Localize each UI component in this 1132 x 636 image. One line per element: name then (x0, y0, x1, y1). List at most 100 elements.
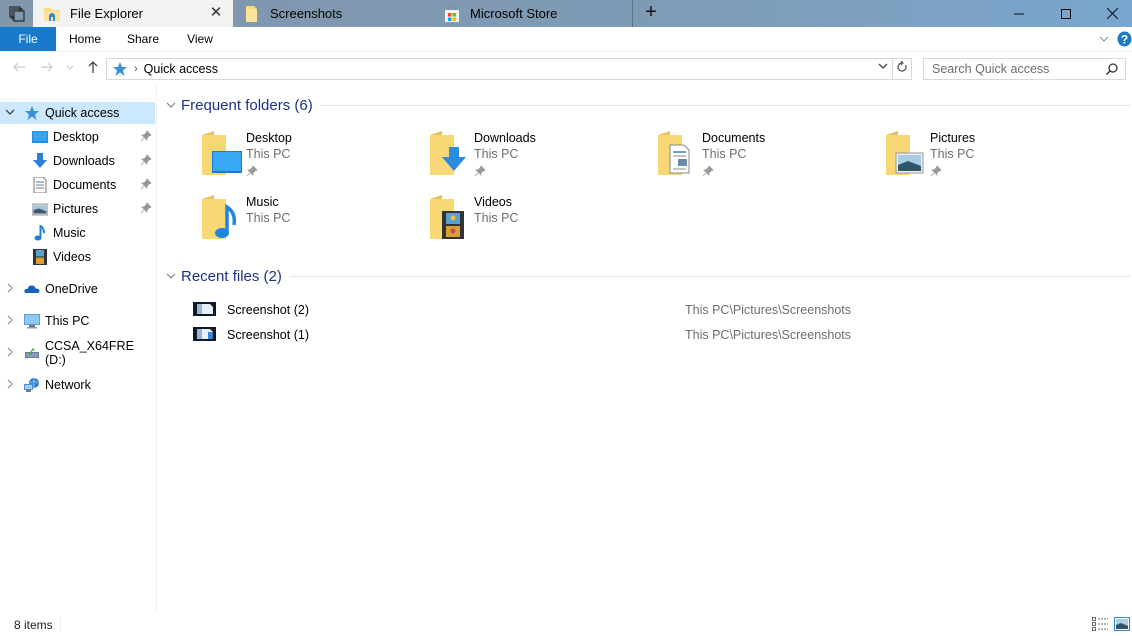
address-history-dropdown[interactable] (876, 61, 890, 77)
sidebar-item-label: CCSA_X64FRE (D:) (45, 339, 134, 367)
sidebar-item-onedrive[interactable]: OneDrive (0, 278, 155, 300)
sidebar-item-network[interactable]: Network (0, 374, 155, 396)
group-title: Frequent folders (6) (181, 96, 313, 114)
ribbon-tab-view[interactable]: View (180, 27, 220, 51)
file-explorer-icon (43, 5, 61, 23)
group-header-recent-files[interactable]: Recent files (2) (166, 265, 1130, 287)
expand-chevron[interactable] (4, 379, 16, 392)
tab-file-explorer[interactable]: File Explorer ✕ (33, 0, 233, 27)
collapse-chevron[interactable] (4, 107, 16, 120)
folder-tile-music[interactable]: Music This PC (200, 193, 420, 249)
folder-location: This PC (246, 147, 291, 161)
sidebar-item-music[interactable]: Music (0, 222, 155, 244)
ribbon-tab-share[interactable]: Share (121, 27, 165, 51)
tab-label: Screenshots (270, 6, 343, 21)
recent-file-row[interactable]: Screenshot (2) This PC\Pictures\Screensh… (193, 299, 1132, 321)
folder-name: Music (246, 195, 279, 209)
search-icon[interactable] (1105, 62, 1119, 79)
folder-location: This PC (474, 211, 519, 225)
content-pane: Frequent folders (6) Desktop This PC Dow… (158, 85, 1132, 612)
tab-microsoft-store[interactable]: Microsoft Store (433, 0, 633, 27)
pictures-icon (32, 203, 48, 216)
chevron-right-icon (7, 315, 13, 324)
sidebar-item-pictures[interactable]: Pictures (0, 198, 155, 220)
sidebar-item-quick-access[interactable]: Quick access (0, 102, 155, 124)
download-icon (33, 153, 47, 168)
folder-tile-videos[interactable]: Videos This PC (428, 193, 648, 249)
image-file-icon (193, 302, 216, 316)
folder-location: This PC (702, 147, 747, 161)
folder-tile-pictures[interactable]: Pictures This PC (884, 129, 1104, 185)
folder-tile-downloads[interactable]: Downloads This PC (428, 129, 648, 185)
sidebar-item-label: Desktop (53, 130, 99, 144)
expand-chevron[interactable] (4, 347, 16, 360)
store-icon (443, 4, 461, 23)
music-icon (34, 225, 45, 241)
search-input[interactable] (932, 62, 1102, 76)
minimize-button[interactable] (995, 0, 1042, 27)
chevron-down-icon (1099, 36, 1109, 42)
navigation-bar: › Quick access (0, 51, 1132, 85)
file-path: This PC\Pictures\Screenshots (685, 303, 852, 317)
documents-folder-icon (658, 131, 690, 175)
recent-locations-button[interactable] (63, 60, 77, 78)
sidebar-item-dvd-drive[interactable]: CCSA_X64FRE (D:) (0, 339, 155, 367)
breadcrumb-quick-access[interactable]: Quick access (144, 62, 218, 76)
tab-label: File Explorer (70, 6, 143, 21)
help-icon: ? (1117, 31, 1132, 47)
refresh-button[interactable] (893, 58, 912, 80)
sidebar-item-label: Quick access (45, 106, 120, 120)
close-tab-button[interactable]: ✕ (207, 4, 225, 22)
folder-tile-documents[interactable]: Documents This PC (656, 129, 876, 185)
new-tab-button[interactable]: + (638, 0, 664, 27)
videos-icon (33, 249, 47, 265)
sidebar-item-videos[interactable]: Videos (0, 246, 155, 268)
expand-ribbon-button[interactable] (1097, 32, 1111, 46)
chevron-right-icon (7, 347, 13, 356)
desktop-folder-icon (202, 131, 242, 175)
sets-icon (9, 6, 24, 21)
pin-icon[interactable] (140, 130, 152, 142)
arrow-left-icon (13, 62, 25, 72)
file-path: This PC\Pictures\Screenshots (685, 328, 852, 342)
pin-icon[interactable] (140, 178, 152, 190)
search-box[interactable] (923, 58, 1126, 80)
file-name: Screenshot (1) (227, 328, 309, 342)
sidebar-item-label: This PC (45, 314, 90, 328)
status-divider (60, 617, 61, 631)
sidebar-item-label: Documents (53, 178, 117, 192)
forward-button[interactable] (38, 60, 56, 78)
recent-file-row[interactable]: Screenshot (1) This PC\Pictures\Screensh… (193, 324, 1132, 346)
sidebar-item-desktop[interactable]: Desktop (0, 126, 155, 148)
maximize-button[interactable] (1042, 0, 1089, 27)
this-pc-icon (24, 314, 40, 329)
expand-chevron[interactable] (4, 315, 16, 328)
close-window-button[interactable] (1089, 0, 1132, 27)
tab-screenshots[interactable]: Screenshots (233, 0, 433, 27)
up-button[interactable] (84, 60, 102, 78)
expand-chevron[interactable] (4, 283, 16, 296)
chevron-right-icon (7, 283, 13, 292)
sidebar-item-downloads[interactable]: Downloads (0, 150, 155, 172)
chevron-down-icon (166, 102, 176, 108)
large-icons-view-button[interactable] (1114, 617, 1130, 631)
group-header-frequent-folders[interactable]: Frequent folders (6) (166, 94, 1130, 116)
back-button[interactable] (10, 60, 28, 78)
sidebar-item-documents[interactable]: Documents (0, 174, 155, 196)
ribbon-tab-home[interactable]: Home (62, 27, 108, 51)
navigation-pane: Quick access Desktop Downloads Documents… (0, 85, 157, 612)
task-view-button[interactable] (0, 0, 33, 27)
pin-icon[interactable] (140, 202, 152, 214)
details-view-icon (1092, 617, 1108, 631)
pin-icon (930, 165, 942, 177)
address-bar[interactable]: › Quick access (106, 58, 893, 80)
folder-tile-desktop[interactable]: Desktop This PC (200, 129, 420, 185)
details-view-button[interactable] (1092, 617, 1108, 631)
pin-icon (474, 165, 486, 177)
sidebar-item-this-pc[interactable]: This PC (0, 310, 155, 332)
title-bar: File Explorer ✕ Screenshots Microsoft St… (0, 0, 1132, 27)
pin-icon[interactable] (140, 154, 152, 166)
pin-icon (702, 165, 714, 177)
help-button[interactable]: ? (1117, 31, 1132, 47)
ribbon-tab-file[interactable]: File (0, 27, 56, 51)
